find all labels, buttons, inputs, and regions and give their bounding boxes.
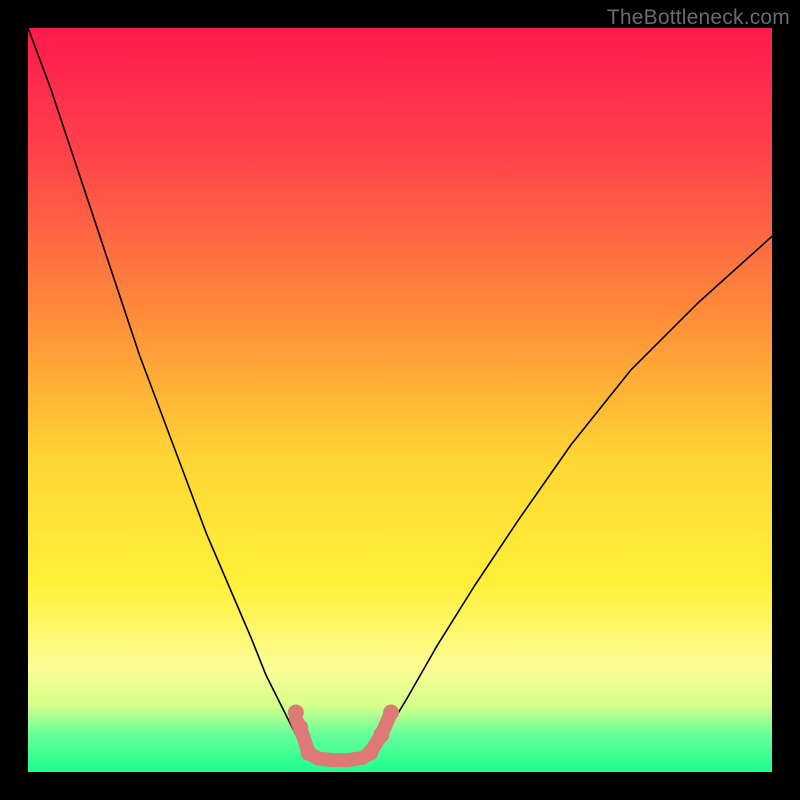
marker-dot-2 (300, 745, 316, 761)
watermark-text: TheBottleneck.com (607, 6, 790, 30)
marker-dot-3 (362, 745, 378, 761)
chart-plot-area (28, 28, 772, 772)
marker-dot-0 (288, 704, 304, 720)
watermark-label: TheBottleneck.com (607, 6, 790, 29)
chart-background (28, 28, 772, 772)
chart-svg (28, 28, 772, 772)
marker-dot-5 (383, 704, 399, 720)
chart-frame: TheBottleneck.com (0, 0, 800, 800)
marker-dot-4 (373, 727, 389, 743)
marker-dot-1 (292, 719, 308, 735)
